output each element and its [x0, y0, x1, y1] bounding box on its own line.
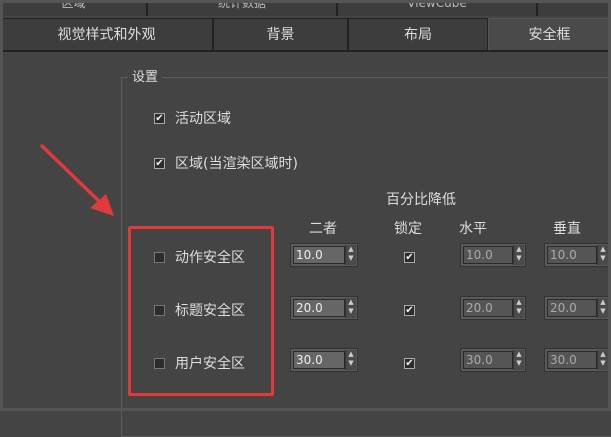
spinner-arrows-icon[interactable]: ▲ ▼ [597, 245, 608, 265]
live-area-label: 活动区域 [175, 111, 231, 127]
check-icon: ✔ [155, 158, 164, 169]
check-icon: ✔ [155, 113, 164, 124]
user-safe-both-value[interactable]: 30.0 [293, 351, 345, 369]
action-safe-vertical-spinner[interactable]: 10.0 ▲ ▼ [544, 243, 610, 267]
column-vertical: 垂直 [553, 221, 581, 237]
title-safe-both-spinner[interactable]: 20.0 ▲ ▼ [290, 296, 358, 320]
spinner-arrows-icon[interactable]: ▲ ▼ [345, 298, 356, 318]
title-safe-vertical-value[interactable]: 20.0 [547, 299, 597, 317]
spinner-arrows-icon[interactable]: ▲ ▼ [513, 245, 524, 265]
check-icon: ✔ [405, 305, 414, 316]
column-horizontal: 水平 [459, 221, 487, 237]
user-safe-lock-checkbox[interactable]: ✔ [404, 358, 415, 369]
tab-background[interactable]: 背景 [213, 18, 348, 52]
title-safe-vertical-spinner[interactable]: 20.0 ▲ ▼ [544, 296, 610, 320]
tab-row-top: 区域 统计数据 ViewCube [0, 0, 611, 16]
action-safe-lock-checkbox[interactable]: ✔ [404, 252, 415, 263]
spinner-arrows-icon[interactable]: ▲ ▼ [513, 298, 524, 318]
spinner-arrows-icon[interactable]: ▲ ▼ [345, 245, 356, 265]
region-checkbox[interactable]: ✔ [154, 158, 165, 169]
spinner-arrows-icon[interactable]: ▲ ▼ [597, 350, 608, 370]
spinner-arrows-icon[interactable]: ▲ ▼ [597, 298, 608, 318]
check-icon: ✔ [405, 358, 414, 369]
user-safe-both-spinner[interactable]: 30.0 ▲ ▼ [290, 348, 358, 372]
user-safe-horizontal-value[interactable]: 30.0 [463, 351, 513, 369]
title-safe-horizontal-spinner[interactable]: 20.0 ▲ ▼ [460, 296, 526, 320]
column-both: 二者 [309, 221, 337, 237]
action-safe-both-value[interactable]: 10.0 [293, 246, 345, 264]
live-area-checkbox[interactable]: ✔ [154, 113, 165, 124]
title-safe-horizontal-value[interactable]: 20.0 [463, 299, 513, 317]
tab-layout[interactable]: 布局 [348, 18, 488, 52]
tab-visual-style[interactable]: 视觉样式和外观 [0, 18, 213, 52]
region-label: 区域(当渲染区域时) [175, 156, 298, 172]
action-safe-vertical-value[interactable]: 10.0 [547, 246, 597, 264]
column-lock: 锁定 [394, 221, 422, 237]
spinner-arrows-icon[interactable]: ▲ ▼ [345, 350, 356, 370]
tab-viewcube[interactable]: ViewCube [337, 0, 537, 16]
tab-region[interactable]: 区域 [0, 0, 147, 16]
check-icon: ✔ [405, 252, 414, 263]
group-title: 设置 [128, 66, 163, 85]
title-safe-both-value[interactable]: 20.0 [293, 299, 345, 317]
percent-reduction-header: 百分比降低 [386, 192, 456, 208]
tab-statistics[interactable]: 统计数据 [147, 0, 337, 16]
action-safe-horizontal-spinner[interactable]: 10.0 ▲ ▼ [460, 243, 526, 267]
action-safe-both-spinner[interactable]: 10.0 ▲ ▼ [290, 243, 358, 267]
highlight-box [128, 226, 274, 396]
action-safe-horizontal-value[interactable]: 10.0 [463, 246, 513, 264]
tab-row-main: 视觉样式和外观 背景 布局 安全框 [0, 18, 611, 52]
title-safe-lock-checkbox[interactable]: ✔ [404, 305, 415, 316]
tab-safe-frames[interactable]: 安全框 [488, 18, 611, 52]
user-safe-horizontal-spinner[interactable]: 30.0 ▲ ▼ [460, 348, 526, 372]
tab-more[interactable] [537, 0, 611, 16]
annotation-arrow-icon [40, 144, 114, 216]
user-safe-vertical-spinner[interactable]: 30.0 ▲ ▼ [544, 348, 610, 372]
user-safe-vertical-value[interactable]: 30.0 [547, 351, 597, 369]
spinner-arrows-icon[interactable]: ▲ ▼ [513, 350, 524, 370]
